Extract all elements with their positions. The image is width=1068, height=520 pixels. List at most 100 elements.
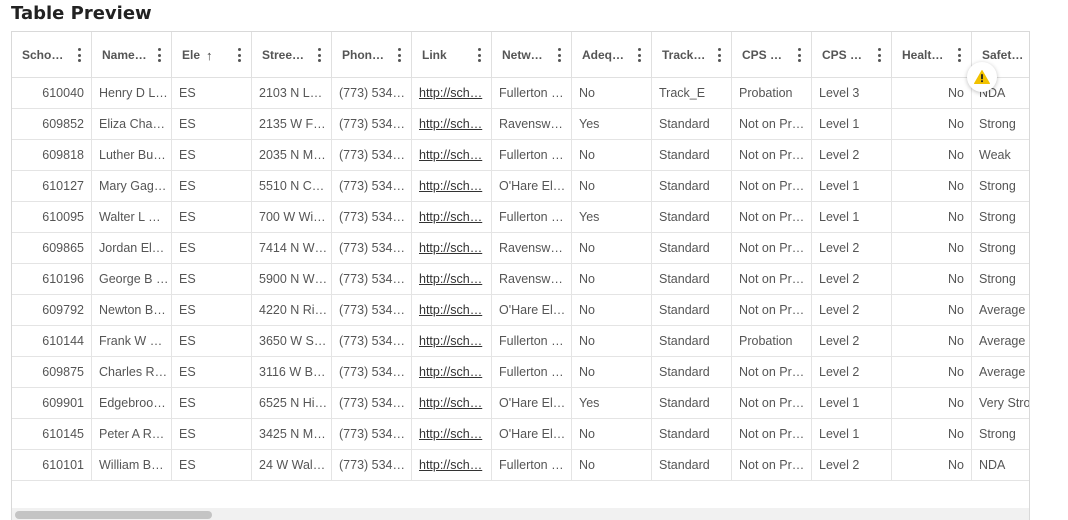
table-cell-link[interactable]: http://sch…: [412, 264, 492, 294]
table-cell-link[interactable]: http://sch…: [412, 450, 492, 480]
table-cell: Level 2: [812, 140, 892, 170]
scrollbar-thumb[interactable]: [15, 511, 212, 519]
table-cell-link[interactable]: http://sch…: [412, 295, 492, 325]
column-menu-icon[interactable]: [477, 48, 481, 62]
horizontal-scrollbar[interactable]: [12, 508, 1029, 520]
column-menu-icon[interactable]: [397, 48, 401, 62]
table-cell: 2035 N M…: [252, 140, 332, 170]
table-cell: 610145: [12, 419, 92, 449]
table-cell: Not on Pr…: [732, 140, 812, 170]
column-header[interactable]: Adeq…: [572, 32, 652, 78]
column-menu-icon[interactable]: [877, 48, 881, 62]
table-row[interactable]: 610196 George B … ES 5900 N W… (773) 534… htt…: [12, 264, 1029, 295]
table-cell: Average: [972, 326, 1029, 356]
column-menu-icon[interactable]: [557, 48, 561, 62]
table-cell-link[interactable]: http://sch…: [412, 171, 492, 201]
table-cell-link[interactable]: http://sch…: [412, 109, 492, 139]
column-header[interactable]: Ele ↑: [172, 32, 252, 78]
table-cell: O'Hare El…: [492, 419, 572, 449]
column-header-label: Adeq…: [582, 48, 624, 62]
table-cell: 700 W Wi…: [252, 202, 332, 232]
column-header[interactable]: Name…: [92, 32, 172, 78]
table-cell: No: [892, 419, 972, 449]
table-row[interactable]: 609852 Eliza Cha… ES 2135 W F… (773) 534… htt…: [12, 109, 1029, 140]
table-cell: Level 2: [812, 357, 892, 387]
column-header-label: Scho…: [22, 48, 64, 62]
table-cell: Average: [972, 295, 1029, 325]
table-cell: (773) 534…: [332, 419, 412, 449]
column-menu-icon[interactable]: [797, 48, 801, 62]
table-cell: (773) 534…: [332, 109, 412, 139]
column-menu-icon[interactable]: [237, 48, 241, 62]
table-row[interactable]: 609818 Luther Bu… ES 2035 N M… (773) 534… htt…: [12, 140, 1029, 171]
column-menu-icon[interactable]: [637, 48, 641, 62]
table-cell: (773) 534…: [332, 78, 412, 108]
table-cell: Level 2: [812, 233, 892, 263]
table-cell-link[interactable]: http://sch…: [412, 78, 492, 108]
table-cell: Very Stro: [972, 388, 1029, 418]
page-title: Table Preview: [11, 3, 152, 24]
table-cell: Level 1: [812, 202, 892, 232]
table-cell: Strong: [972, 419, 1029, 449]
table-cell-link[interactable]: http://sch…: [412, 357, 492, 387]
column-menu-icon[interactable]: [957, 48, 961, 62]
table-cell: Level 3: [812, 78, 892, 108]
table-cell: Not on Pr…: [732, 388, 812, 418]
table-row[interactable]: 610144 Frank W … ES 3650 W S… (773) 534… http…: [12, 326, 1029, 357]
table-row[interactable]: 609865 Jordan El… ES 7414 N W… (773) 534… htt…: [12, 233, 1029, 264]
table-row[interactable]: 610095 Walter L … ES 700 W Wi… (773) 534… htt…: [12, 202, 1029, 233]
table-cell: Standard: [652, 357, 732, 387]
table-cell: 609792: [12, 295, 92, 325]
table-row[interactable]: 610040 Henry D L… ES 2103 N L… (773) 534… htt…: [12, 78, 1029, 109]
table-cell: No: [572, 233, 652, 263]
table-row[interactable]: 610145 Peter A R… ES 3425 N M… (773) 534… htt…: [12, 419, 1029, 450]
table-cell: ES: [172, 326, 252, 356]
table-cell-link[interactable]: http://sch…: [412, 202, 492, 232]
column-header[interactable]: Stree…: [252, 32, 332, 78]
table-cell: Probation: [732, 78, 812, 108]
column-header[interactable]: Link: [412, 32, 492, 78]
table-cell: 609865: [12, 233, 92, 263]
table-cell: William B…: [92, 450, 172, 480]
table-cell: No: [892, 78, 972, 108]
table-cell-link[interactable]: http://sch…: [412, 326, 492, 356]
table-cell-link[interactable]: http://sch…: [412, 140, 492, 170]
column-header[interactable]: Track…: [652, 32, 732, 78]
table-cell: Level 1: [812, 388, 892, 418]
sort-ascending-icon[interactable]: ↑: [206, 48, 213, 63]
table-cell: 609818: [12, 140, 92, 170]
column-header-label: Netw…: [502, 48, 543, 62]
table-row[interactable]: 609792 Newton B… ES 4220 N Ri… (773) 534… htt…: [12, 295, 1029, 326]
table-cell: O'Hare El…: [492, 295, 572, 325]
table-cell: 4220 N Ri…: [252, 295, 332, 325]
table-cell: Standard: [652, 264, 732, 294]
table-row[interactable]: 609901 Edgebroo… ES 6525 N Hi… (773) 534… htt…: [12, 388, 1029, 419]
column-header[interactable]: CPS …: [812, 32, 892, 78]
column-header[interactable]: Scho…: [12, 32, 92, 78]
table-cell: Mary Gag…: [92, 171, 172, 201]
column-header[interactable]: Healt…: [892, 32, 972, 78]
column-menu-icon[interactable]: [717, 48, 721, 62]
column-header[interactable]: Netw…: [492, 32, 572, 78]
table-row[interactable]: 609875 Charles R… ES 3116 W B… (773) 534… htt…: [12, 357, 1029, 388]
table-cell-link[interactable]: http://sch…: [412, 233, 492, 263]
column-header[interactable]: Phon…: [332, 32, 412, 78]
table-cell: 2135 W F…: [252, 109, 332, 139]
table-cell: No: [892, 357, 972, 387]
table-cell: 6525 N Hi…: [252, 388, 332, 418]
table-cell-link[interactable]: http://sch…: [412, 388, 492, 418]
table-cell: Not on Pr…: [732, 357, 812, 387]
table-cell: Level 2: [812, 450, 892, 480]
column-menu-icon[interactable]: [317, 48, 321, 62]
table-cell: Standard: [652, 171, 732, 201]
table-row[interactable]: 610127 Mary Gag… ES 5510 N C… (773) 534… http…: [12, 171, 1029, 202]
table-cell: Luther Bu…: [92, 140, 172, 170]
table-cell: (773) 534…: [332, 171, 412, 201]
table-cell-link[interactable]: http://sch…: [412, 419, 492, 449]
warning-icon[interactable]: [967, 62, 997, 92]
table-cell: No: [892, 233, 972, 263]
column-menu-icon[interactable]: [157, 48, 161, 62]
column-menu-icon[interactable]: [77, 48, 81, 62]
column-header[interactable]: CPS …: [732, 32, 812, 78]
table-row[interactable]: 610101 William B… ES 24 W Wal… (773) 534… htt…: [12, 450, 1029, 481]
